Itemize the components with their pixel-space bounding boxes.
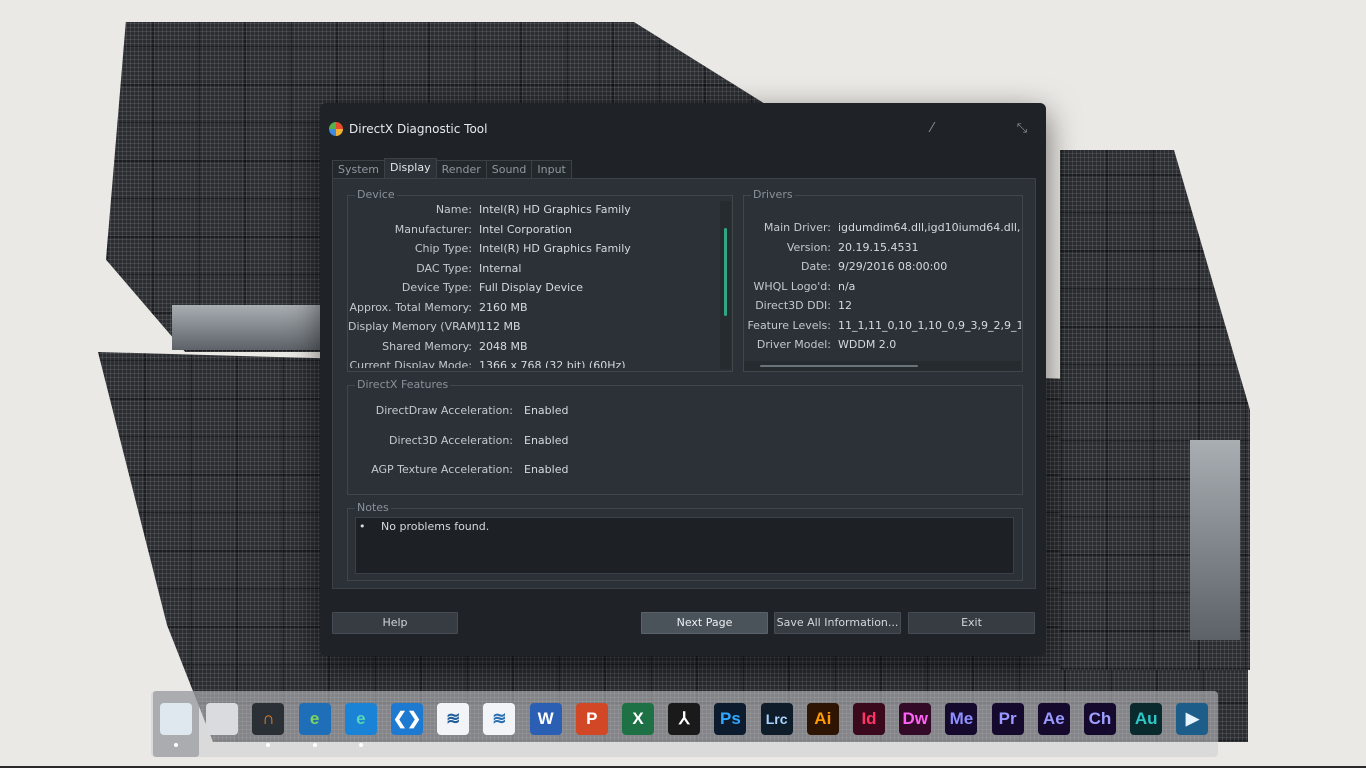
- photoshop-icon: Ps: [714, 703, 747, 735]
- drivers-scrollbar-thumb[interactable]: [760, 365, 918, 367]
- stack-app-1-icon: ≋: [437, 703, 470, 735]
- dock-item-indesign[interactable]: Id: [846, 691, 892, 757]
- window-title: DirectX Diagnostic Tool: [349, 122, 488, 136]
- tab-strip: System Display Render Sound Input: [332, 158, 572, 179]
- tab-display[interactable]: Display: [384, 158, 437, 179]
- display-tab-panel: Device Name: Intel(R) HD Graphics Family …: [332, 178, 1036, 589]
- dock-item-excel[interactable]: X: [615, 691, 661, 757]
- dock-item-character-animator[interactable]: Ch: [1077, 691, 1123, 757]
- title-bar[interactable]: DirectX Diagnostic Tool ⁄ ⤡: [320, 103, 1046, 155]
- finder-icon: [160, 703, 192, 735]
- running-indicator: [266, 743, 271, 747]
- features-group-title: DirectX Features: [355, 378, 451, 391]
- edge-legacy-icon: e: [298, 703, 331, 735]
- character-animator-icon: Ch: [1084, 703, 1116, 735]
- dock-item-app-horseshoe[interactable]: ∩: [245, 691, 291, 757]
- notes-textbox[interactable]: • No problems found.: [355, 517, 1014, 574]
- vscode-icon: ❮❯: [391, 703, 423, 735]
- dock-item-stack-app-1[interactable]: ≋: [430, 691, 476, 757]
- acrobat-icon: ⅄: [668, 703, 701, 735]
- notes-group: Notes • No problems found.: [347, 501, 1023, 581]
- exit-button[interactable]: Exit: [908, 612, 1035, 634]
- device-group: Device Name: Intel(R) HD Graphics Family …: [347, 188, 733, 372]
- powerpoint-icon: P: [575, 703, 608, 735]
- dock-item-media-encoder[interactable]: Me: [938, 691, 984, 757]
- save-all-information-button[interactable]: Save All Information...: [774, 612, 901, 634]
- running-indicator: [358, 743, 363, 747]
- device-info-list: Name: Intel(R) HD Graphics Family Manufac…: [348, 203, 631, 368]
- device-group-title: Device: [355, 188, 397, 201]
- word-icon: W: [529, 703, 562, 735]
- tab-render[interactable]: Render: [435, 160, 487, 179]
- dock-item-illustrator[interactable]: Ai: [800, 691, 846, 757]
- dock-item-vscode[interactable]: ❮❯: [384, 691, 430, 757]
- dock-item-audition[interactable]: Au: [1123, 691, 1169, 757]
- drivers-info-list: Main Driver: igdumdim64.dll,igd10iumd64.d…: [747, 221, 1021, 351]
- dxdiag-window: DirectX Diagnostic Tool ⁄ ⤡ System Displ…: [320, 103, 1046, 656]
- drivers-group-title: Drivers: [751, 188, 795, 201]
- dock: ∩ e e ❮❯ ≋ ≋ W P X ⅄ Ps Lrc Ai Id Dw Me Pr Ae Ch Au ▶: [151, 691, 1218, 757]
- tab-system[interactable]: System: [332, 160, 386, 179]
- help-button[interactable]: Help: [332, 612, 458, 634]
- dock-item-acrobat[interactable]: ⅄: [661, 691, 707, 757]
- dock-item-edge[interactable]: e: [338, 691, 384, 757]
- running-indicator: [174, 743, 178, 747]
- lightroom-classic-icon: Lrc: [760, 703, 793, 735]
- edge-icon: e: [344, 703, 377, 735]
- notes-group-title: Notes: [355, 501, 391, 514]
- trash-icon: [206, 703, 239, 735]
- dock-item-finder[interactable]: [153, 691, 199, 757]
- drivers-group: Drivers Main Driver: igdumdim64.dll,igd10…: [743, 188, 1023, 372]
- note-bullet: •: [359, 520, 366, 533]
- dock-item-word[interactable]: W: [523, 691, 569, 757]
- dock-item-after-effects[interactable]: Ae: [1031, 691, 1077, 757]
- dock-item-powerpoint[interactable]: P: [569, 691, 615, 757]
- indesign-icon: Id: [853, 703, 885, 735]
- excel-icon: X: [622, 703, 654, 735]
- after-effects-icon: Ae: [1037, 703, 1070, 735]
- running-indicator: [312, 743, 317, 747]
- maximize-icon[interactable]: ⤡: [1014, 122, 1030, 136]
- media-encoder-icon: Me: [945, 703, 978, 735]
- directx-features-group: DirectX Features DirectDraw Acceleration…: [347, 378, 1023, 495]
- next-page-button[interactable]: Next Page: [641, 612, 768, 634]
- device-scrollbar-thumb[interactable]: [724, 228, 727, 316]
- dock-item-dreamweaver[interactable]: Dw: [892, 691, 938, 757]
- dock-item-photoshop[interactable]: Ps: [707, 691, 753, 757]
- wallpaper-glass-panel: [172, 305, 322, 350]
- dock-item-trash[interactable]: [199, 691, 245, 757]
- dock-item-lightroom-classic[interactable]: Lrc: [754, 691, 800, 757]
- note-item: No problems found.: [381, 520, 490, 533]
- dock-item-screen-recorder[interactable]: ▶: [1169, 691, 1215, 757]
- audition-icon: Au: [1130, 703, 1163, 735]
- screen-recorder-icon: ▶: [1176, 703, 1209, 735]
- premiere-icon: Pr: [991, 703, 1024, 735]
- directx-app-icon: [329, 122, 343, 136]
- stack-app-2-icon: ≋: [483, 703, 516, 735]
- device-scrollbar[interactable]: [720, 201, 731, 369]
- tab-sound[interactable]: Sound: [485, 160, 533, 179]
- illustrator-icon: Ai: [806, 703, 839, 735]
- dock-item-edge-legacy[interactable]: e: [292, 691, 338, 757]
- dock-item-premiere[interactable]: Pr: [985, 691, 1031, 757]
- drivers-scrollbar[interactable]: [744, 361, 1021, 371]
- minimize-icon[interactable]: ⁄: [924, 122, 940, 136]
- tab-input[interactable]: Input: [531, 160, 572, 179]
- wallpaper-glass-panel: [1190, 440, 1240, 640]
- app-horseshoe-icon: ∩: [252, 703, 285, 735]
- dreamweaver-icon: Dw: [899, 703, 932, 735]
- dock-item-stack-app-2[interactable]: ≋: [476, 691, 522, 757]
